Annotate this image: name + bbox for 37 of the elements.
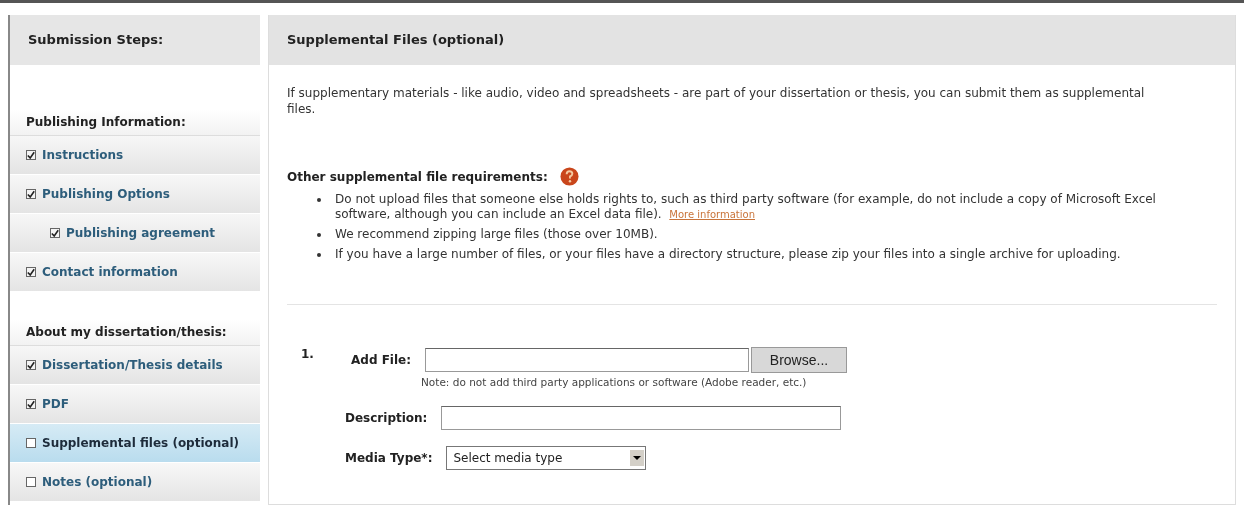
bullet-icon [317,253,321,257]
sidebar-item[interactable]: PDF [10,385,260,424]
more-information-link[interactable]: More information [669,209,755,220]
sidebar-item[interactable]: Publishing Options [10,175,260,214]
item-number: 1. [301,347,315,361]
sidebar-item[interactable]: Dissertation/Thesis details [10,346,260,385]
checkbox[interactable] [26,360,36,370]
bullet-icon [317,198,321,202]
checkbox[interactable] [26,399,36,409]
page-title: Supplemental Files (optional) [269,15,1235,65]
add-file-label: Add File: [351,353,411,367]
description-label: Description: [345,411,428,425]
checkbox[interactable] [26,438,36,448]
requirements-heading: Other supplemental file requirements: [287,169,548,184]
note-text: Note: do not add third party applications or software (Adobe reader, etc.) [420,376,808,388]
bullet-icon [317,233,321,237]
checkbox[interactable] [26,267,36,277]
sidebar-item[interactable]: Supplemental files (optional) [10,424,260,463]
file-input-field[interactable] [425,348,749,372]
checkbox[interactable] [50,228,60,238]
media-type-dropdown[interactable]: Select media type [446,446,647,470]
requirement-text: Do not upload files that someone else holds rights to, such as third party software (for example, do not include a copy of Microsoft Excel software, although you can include an Excel data file). More information [335,192,1157,222]
intro-text: If supplementary materials - like audio, video and spreadsheets - are part of your dissertation or thesis, you can submit them as supplemental files. [287,85,1146,117]
sidebar-title: Submission Steps: [10,15,260,65]
browse-button[interactable]: Browse... [751,347,847,373]
sidebar-item[interactable]: Notes (optional) [10,463,260,502]
sidebar-item[interactable]: Publishing agreement [10,214,260,253]
media-type-label: Media Type*: [345,451,433,465]
sidebar-item[interactable]: Instructions [10,136,260,175]
description-input-field[interactable] [441,406,842,430]
checkbox[interactable] [26,189,36,199]
requirement-text: We recommend zipping large files (those over 10MB). [335,227,659,242]
requirement-text: If you have a large number of files, or your files have a directory structure, please zip your files into a single archive for uploading. [335,247,1122,262]
sidebar-item[interactable]: Contact information [10,253,260,292]
help-icon[interactable] [559,167,579,186]
checkbox[interactable] [26,477,36,487]
checkbox[interactable] [26,150,36,160]
